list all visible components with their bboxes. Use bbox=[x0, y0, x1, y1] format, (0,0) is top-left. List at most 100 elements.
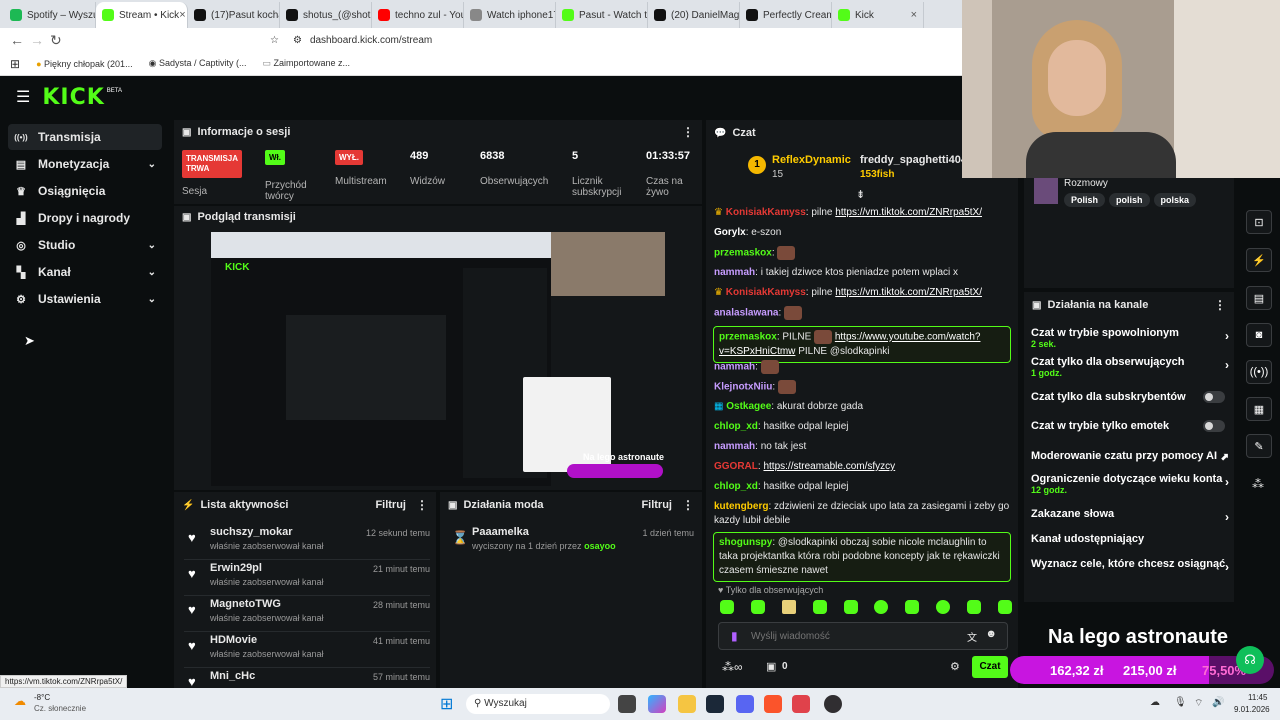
channel-action-item[interactable]: Czat w trybie tylko emotek bbox=[1031, 420, 1229, 432]
chat-settings-icon[interactable]: ⚙ bbox=[950, 660, 960, 673]
emote-icon[interactable] bbox=[843, 600, 858, 614]
chat-input[interactable] bbox=[751, 627, 951, 645]
taskbar-search[interactable]: ⚲ Wyszukaj bbox=[466, 694, 610, 714]
wifi-icon[interactable]: ⌔ bbox=[1194, 697, 1203, 710]
explorer-icon[interactable] bbox=[678, 695, 696, 713]
screenshot-icon[interactable]: ⊡ bbox=[1246, 210, 1272, 234]
more-options-icon[interactable]: ⋮ bbox=[1214, 298, 1226, 312]
emote-icon[interactable] bbox=[967, 600, 981, 614]
chevron-down-icon[interactable]: ⌄ bbox=[148, 240, 156, 251]
chat-link[interactable]: https://vm.tiktok.com/ZNRrpa5tX/ bbox=[835, 287, 982, 298]
browser-tab[interactable]: Pasut - Watch th× bbox=[556, 2, 648, 28]
toggle-switch[interactable] bbox=[1203, 391, 1225, 403]
discord-icon[interactable] bbox=[736, 695, 754, 713]
chat-username[interactable]: chlop_xd bbox=[714, 481, 758, 492]
gift-icon[interactable]: ▣ bbox=[766, 660, 776, 673]
browser-tab[interactable]: Kick × bbox=[832, 2, 924, 28]
sidebar-item-dropy-i-nagrody[interactable]: ▟ Dropy i nagrody bbox=[8, 205, 162, 231]
activity-user[interactable]: Erwin29pl bbox=[210, 562, 262, 574]
bookmark-item[interactable]: ◉ Sadysta / Captivity (... bbox=[149, 58, 247, 69]
chat-username[interactable]: kutengberg bbox=[714, 501, 768, 512]
chat-collapse-icon[interactable]: ⇟ bbox=[856, 188, 865, 201]
translate-icon[interactable]: 文 bbox=[967, 629, 977, 644]
menu-icon[interactable]: ☰ bbox=[16, 87, 30, 107]
emote-icon[interactable] bbox=[750, 600, 765, 614]
chat-send-button[interactable]: Czat bbox=[972, 656, 1008, 678]
reload-icon[interactable]: ↻ bbox=[50, 32, 70, 49]
browser-tab[interactable]: shotus_(@shot× bbox=[280, 2, 372, 28]
chevron-right-icon[interactable]: › bbox=[1225, 510, 1229, 524]
channel-action-item[interactable]: Wyznacz cele, które chcesz osiągnąć › bbox=[1031, 558, 1229, 574]
network-icon[interactable]: ☁ bbox=[1150, 697, 1160, 708]
browser-tab[interactable]: Spotify – Wyszuk× bbox=[4, 2, 96, 28]
browser-tab[interactable]: Watch iphone17× bbox=[464, 2, 556, 28]
chevron-down-icon[interactable]: ⌄ bbox=[148, 159, 156, 170]
chevron-right-icon[interactable]: › bbox=[1225, 560, 1229, 574]
sidebar-item-studio[interactable]: ◎ Studio ⌄ bbox=[8, 232, 162, 258]
obs-icon[interactable] bbox=[824, 695, 842, 713]
browser-tab[interactable]: techno zul - You× bbox=[372, 2, 464, 28]
sidebar-item-osiągnięcia[interactable]: ♛ Osiągnięcia bbox=[8, 178, 162, 204]
top1-name[interactable]: ReflexDynamic bbox=[772, 154, 851, 166]
chat-username[interactable]: KlejnotxNiiu bbox=[714, 382, 772, 393]
url-field[interactable]: ☆ ⚙ dashboard.kick.com/stream bbox=[270, 30, 950, 50]
stream-tag[interactable]: polish bbox=[1109, 193, 1150, 207]
sidebar-item-ustawienia[interactable]: ⚙ Ustawienia ⌄ bbox=[8, 286, 162, 312]
chevron-down-icon[interactable]: ⌄ bbox=[148, 294, 156, 305]
site-info-icon[interactable]: ⚙ bbox=[293, 35, 302, 46]
emote-icon[interactable] bbox=[874, 600, 889, 614]
layout-icon[interactable]: ▦ bbox=[1246, 397, 1272, 421]
bookmark-item[interactable]: ● Piękny chłopak (201... bbox=[36, 59, 133, 69]
more-options-icon[interactable]: ⋮ bbox=[416, 498, 428, 512]
emote-icon[interactable] bbox=[936, 600, 951, 614]
chat-username[interactable]: Gorylx bbox=[714, 227, 746, 238]
mod-filter-button[interactable]: Filtruj bbox=[641, 499, 672, 511]
more-options-icon[interactable]: ⋮ bbox=[682, 498, 694, 512]
stream-preview-video[interactable]: KICK Na lego astronaute bbox=[211, 232, 665, 486]
toggle-switch[interactable] bbox=[1203, 420, 1225, 432]
bookmark-item[interactable]: ▭ Zaimportowane z... bbox=[262, 58, 350, 69]
channel-action-item[interactable]: Czat tylko dla subskrybentów bbox=[1031, 391, 1229, 403]
chat-username[interactable]: chlop_xd bbox=[714, 421, 758, 432]
chat-link[interactable]: https://streamable.com/sfyzcy bbox=[763, 461, 895, 472]
copilot-icon[interactable] bbox=[648, 695, 666, 713]
windows-start-icon[interactable]: ⊞ bbox=[440, 694, 453, 714]
connections-icon[interactable]: ⁂ bbox=[1252, 477, 1264, 491]
channel-action-item[interactable]: Ograniczenie dotyczące wieku konta 12 god… bbox=[1031, 473, 1229, 495]
chat-username[interactable]: KonisiakKamyss bbox=[726, 287, 806, 298]
chat-username[interactable]: nammah bbox=[714, 267, 755, 278]
sidebar-item-transmisja[interactable]: ((•)) Transmisja bbox=[8, 124, 162, 150]
more-options-icon[interactable]: ⋮ bbox=[682, 125, 694, 139]
notes-icon[interactable]: ▤ bbox=[1246, 286, 1272, 310]
sidebar-item-monetyzacja[interactable]: ▤ Monetyzacja ⌄ bbox=[8, 151, 162, 177]
emote-icon[interactable] bbox=[720, 600, 734, 614]
volume-icon[interactable]: 🔊 bbox=[1212, 697, 1224, 708]
bookmark-icon[interactable]: ☆ bbox=[270, 35, 279, 46]
emote-icon[interactable] bbox=[905, 600, 920, 614]
chat-username[interactable]: Ostkagee bbox=[726, 401, 771, 412]
app-icon[interactable] bbox=[792, 695, 810, 713]
steam-icon[interactable] bbox=[706, 695, 724, 713]
taskview-icon[interactable] bbox=[618, 695, 636, 713]
channel-action-item[interactable]: Moderowanie czatu przy pomocy AI ⬈ bbox=[1031, 450, 1229, 463]
lightning-icon[interactable]: ⚡ bbox=[1246, 248, 1272, 272]
browser-tab[interactable]: (20) DanielMagic× bbox=[648, 2, 740, 28]
chat-username[interactable]: przemaskox bbox=[714, 248, 772, 259]
browser-tab[interactable]: (17)Pasut kocha× bbox=[188, 2, 280, 28]
chat-username[interactable]: analaslawana bbox=[714, 308, 778, 319]
channel-action-item[interactable]: Zakazane słowa › bbox=[1031, 508, 1229, 524]
chat-bubble-icon[interactable]: ◙ bbox=[1246, 323, 1272, 347]
connections-icon[interactable]: ⁂∞ bbox=[722, 660, 743, 674]
activity-user[interactable]: suchszy_mokar bbox=[210, 526, 293, 538]
activity-filter-button[interactable]: Filtruj bbox=[375, 499, 406, 511]
chat-username[interactable]: GGORAL bbox=[714, 461, 758, 472]
sidebar-item-kanał[interactable]: ▚ Kanał ⌄ bbox=[8, 259, 162, 285]
chevron-down-icon[interactable]: ⌄ bbox=[148, 267, 156, 278]
brave-icon[interactable] bbox=[764, 695, 782, 713]
chevron-right-icon[interactable]: › bbox=[1225, 475, 1229, 489]
chat-username[interactable]: KonisiakKamyss bbox=[726, 207, 806, 218]
chevron-right-icon[interactable]: › bbox=[1225, 358, 1229, 372]
tools-icon[interactable]: ✎ bbox=[1246, 434, 1272, 458]
tab-close-icon[interactable]: × bbox=[911, 9, 917, 21]
broadcast-icon[interactable]: ((•)) bbox=[1246, 360, 1272, 384]
